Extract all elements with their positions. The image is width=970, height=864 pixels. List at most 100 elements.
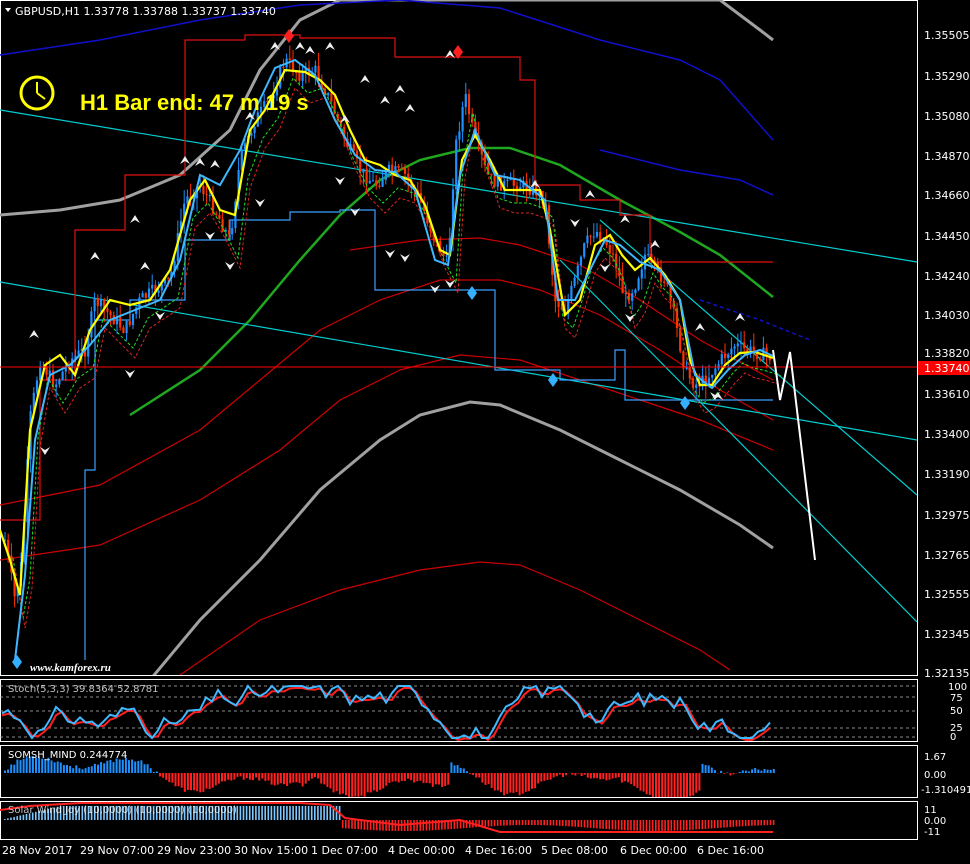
histogram-bar — [255, 773, 258, 778]
histogram-bar — [363, 773, 366, 797]
histogram-bar — [695, 773, 698, 793]
histogram-bar — [310, 806, 313, 820]
histogram-bar — [503, 773, 506, 796]
histogram-bar — [599, 773, 602, 780]
candle-body — [99, 299, 103, 307]
candle-body — [493, 175, 496, 187]
price-label: 1.32975 — [924, 509, 970, 522]
histogram-bar — [624, 820, 626, 831]
candle-body — [208, 195, 211, 197]
current-price-label: 1.33740 — [924, 362, 970, 375]
histogram-bar — [611, 773, 614, 779]
bar-timer-label: H1 Bar end: 47 m 19 s — [80, 90, 309, 115]
histogram-bar — [744, 820, 747, 827]
histogram-bar — [707, 765, 710, 773]
histogram-bar — [4, 770, 6, 773]
histogram-bar — [534, 820, 536, 826]
histogram-bar — [673, 820, 676, 831]
histogram-bar — [580, 820, 583, 828]
candle-body — [61, 371, 64, 380]
histogram-bar — [496, 820, 499, 826]
histogram-bar — [645, 820, 648, 831]
histogram-bar — [407, 773, 409, 779]
candle-body — [394, 166, 397, 172]
histogram-bar — [506, 773, 509, 794]
histogram-bar — [174, 773, 177, 787]
histogram-bar — [661, 773, 664, 797]
histogram-bar — [521, 773, 524, 794]
histogram-bar — [707, 820, 710, 829]
histogram-bar — [369, 773, 372, 793]
candle-body — [131, 313, 135, 326]
candle-body — [122, 327, 125, 334]
histogram-bar — [509, 820, 511, 826]
histogram-bar — [239, 806, 242, 820]
candle-body — [250, 132, 253, 136]
trading-chart[interactable]: GBPUSD,H1 1.33778 1.33788 1.33737 1.3374… — [0, 0, 970, 864]
histogram-bar — [103, 763, 106, 773]
histogram-bar — [388, 773, 391, 783]
histogram-bar — [512, 773, 515, 793]
scale-label: 1.67 — [924, 752, 946, 763]
candle-body — [205, 194, 208, 196]
histogram-bar — [16, 816, 18, 820]
watermark-text: www.kamforex.ru — [30, 662, 111, 674]
histogram-bar — [270, 806, 273, 820]
histogram-bar — [723, 773, 726, 774]
scale-label: 50 — [950, 706, 963, 717]
histogram-bar — [10, 817, 12, 820]
histogram-bar — [670, 820, 673, 831]
histogram-bar — [496, 773, 499, 791]
histogram-subwindow-1[interactable] — [0, 745, 918, 804]
histogram-bar — [642, 820, 645, 831]
histogram-bar — [729, 820, 731, 828]
histogram-bar — [438, 773, 440, 785]
histogram-bar — [555, 820, 558, 826]
histogram-bar — [137, 760, 140, 773]
histogram-bar — [345, 773, 347, 796]
histogram-bar — [531, 773, 533, 789]
histogram-bar — [165, 773, 168, 780]
candle-body — [403, 168, 407, 174]
histogram-bar — [62, 765, 65, 773]
histogram-bar — [633, 820, 635, 831]
histogram-bar — [710, 820, 713, 829]
price-axis: 1.35505 1.35290 1.35080 1.34870 1.34660 … — [924, 29, 970, 680]
histogram-bar — [379, 773, 382, 790]
histogram-bar — [385, 773, 388, 786]
histogram-bar — [323, 773, 326, 785]
candle-body — [509, 179, 512, 181]
histogram-bar — [292, 806, 294, 820]
histogram-bar — [217, 773, 220, 784]
histogram-bar — [419, 773, 422, 781]
histogram-bar — [248, 806, 251, 820]
candle-body — [96, 298, 99, 307]
histogram-bar — [276, 773, 279, 785]
histogram-bar — [726, 772, 729, 773]
histogram-bar — [19, 760, 22, 773]
histogram-bar — [59, 762, 62, 773]
histogram-bar — [193, 773, 196, 791]
histogram-bar — [589, 773, 592, 779]
candle-body — [327, 92, 330, 96]
histogram-bar — [701, 763, 704, 773]
histogram-bar — [493, 773, 496, 791]
histogram-bar — [155, 771, 158, 773]
candle-body — [368, 180, 371, 184]
histogram-bar — [159, 773, 161, 777]
hist1-scale: 1.67 0.00 -1.310491 — [921, 752, 970, 796]
candle-body — [717, 364, 720, 369]
candle-body — [592, 236, 595, 238]
histogram-bar — [515, 773, 518, 793]
time-label: 28 Nov 2017 — [2, 844, 72, 857]
histogram-bar — [298, 773, 301, 784]
histogram-bar — [419, 820, 421, 831]
histogram-bar — [580, 773, 583, 776]
histogram-bar — [264, 806, 266, 820]
candle-body — [733, 346, 736, 349]
histogram-bar — [583, 773, 586, 775]
histogram-bar — [109, 759, 112, 773]
histogram-bar — [617, 773, 620, 778]
histogram-bar — [630, 820, 632, 831]
histogram-bar — [593, 773, 595, 779]
